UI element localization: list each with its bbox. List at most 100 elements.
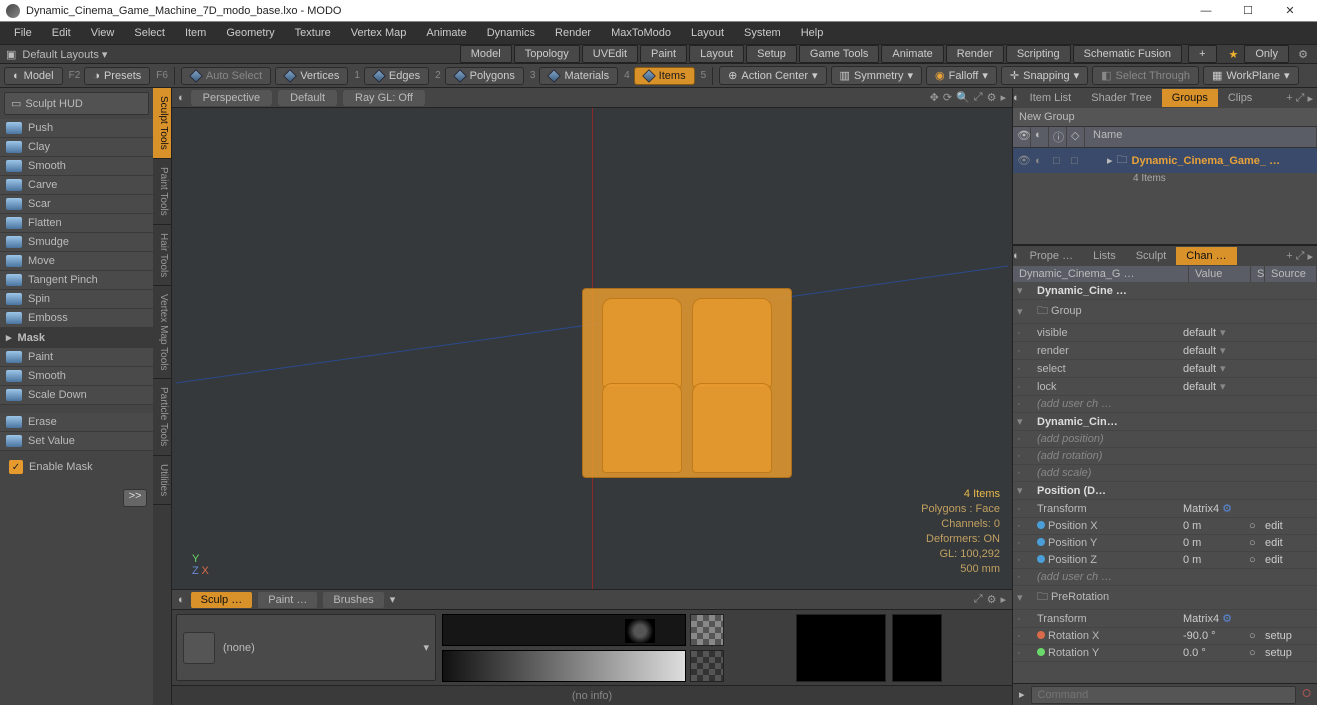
tab-brushes[interactable]: Brushes bbox=[323, 592, 383, 608]
channel-row[interactable]: ·Position X0 m○edit bbox=[1013, 518, 1317, 535]
menu-help[interactable]: Help bbox=[791, 22, 834, 44]
expand-icon[interactable]: ⤢ bbox=[1296, 92, 1305, 105]
menu-view[interactable]: View bbox=[81, 22, 125, 44]
tool-tangent-pinch[interactable]: Tangent Pinch bbox=[0, 271, 153, 290]
menu-maxtomodo[interactable]: MaxToModo bbox=[601, 22, 681, 44]
add-icon[interactable]: + bbox=[1286, 250, 1292, 263]
tool-emboss[interactable]: Emboss bbox=[0, 309, 153, 328]
select-through-toggle[interactable]: ◧Select Through bbox=[1092, 66, 1199, 85]
channel-row[interactable]: ▾🗀 Group bbox=[1013, 300, 1317, 324]
channel-row[interactable]: ·selectdefault▾ bbox=[1013, 360, 1317, 378]
panel-menu-icon[interactable]: ◐ bbox=[178, 594, 185, 606]
viewport-raygl-toggle[interactable]: Ray GL: Off bbox=[343, 90, 425, 106]
chevron-right-icon[interactable]: ▸ bbox=[1307, 92, 1313, 105]
channel-row[interactable]: ·Position Z0 m○edit bbox=[1013, 552, 1317, 569]
tab-sculpt[interactable]: Sculp … bbox=[191, 592, 253, 608]
menu-edit[interactable]: Edit bbox=[42, 22, 81, 44]
symmetry-button[interactable]: ▥Symmetry▾ bbox=[831, 66, 922, 85]
tool-scar[interactable]: Scar bbox=[0, 195, 153, 214]
tab-lists[interactable]: Lists bbox=[1083, 247, 1126, 265]
gear-icon[interactable]: ⚙ bbox=[987, 91, 997, 104]
layout-tab-model[interactable]: Model bbox=[460, 45, 512, 63]
tool-set-value[interactable]: Set Value bbox=[0, 432, 153, 451]
channel-row[interactable]: ▾🗀 PreRotation bbox=[1013, 586, 1317, 610]
chevron-right-icon[interactable]: ▸ bbox=[1000, 91, 1006, 104]
side-tab-utilities[interactable]: Utilities bbox=[153, 456, 171, 505]
layout-tab-animate[interactable]: Animate bbox=[881, 45, 943, 63]
3d-viewport[interactable]: Y Z X 4 Items Polygons : Face Channels: … bbox=[172, 108, 1012, 589]
gear-icon[interactable]: ⚙ bbox=[1295, 48, 1311, 61]
tool-paint[interactable]: Paint bbox=[0, 348, 153, 367]
tab-paint[interactable]: Paint … bbox=[258, 592, 317, 608]
channel-row[interactable]: ·(add scale) bbox=[1013, 465, 1317, 482]
tab-sculpt-props[interactable]: Sculpt bbox=[1126, 247, 1177, 265]
channel-row[interactable]: ·TransformMatrix4 ⚙ bbox=[1013, 500, 1317, 518]
tab-item-list[interactable]: Item List bbox=[1020, 89, 1082, 107]
polygons-mode-button[interactable]: Polygons bbox=[445, 67, 524, 85]
side-tab-paint-tools[interactable]: Paint Tools bbox=[153, 159, 171, 225]
menu-texture[interactable]: Texture bbox=[285, 22, 341, 44]
channel-row[interactable]: ·Rotation Y0.0 °○setup bbox=[1013, 645, 1317, 662]
action-center-button[interactable]: ⊕Action Center▾ bbox=[719, 66, 826, 85]
expand-icon[interactable]: ⤢ bbox=[974, 593, 983, 606]
menu-animate[interactable]: Animate bbox=[416, 22, 476, 44]
record-icon[interactable]: ⭘ bbox=[1302, 688, 1311, 701]
viewport-menu-icon[interactable]: ◐ bbox=[178, 92, 185, 104]
pan-icon[interactable]: ✥ bbox=[930, 91, 939, 104]
tool-clay[interactable]: Clay bbox=[0, 138, 153, 157]
layout-tab-setup[interactable]: Setup bbox=[746, 45, 797, 63]
expand-icon[interactable]: ⤢ bbox=[1296, 250, 1305, 263]
brush-profile-preview[interactable] bbox=[442, 614, 686, 646]
menu-layout[interactable]: Layout bbox=[681, 22, 734, 44]
tool-spin[interactable]: Spin bbox=[0, 290, 153, 309]
sculpt-hud-button[interactable]: ▭Sculpt HUD bbox=[4, 92, 149, 115]
more-tools-button[interactable]: >> bbox=[123, 489, 147, 507]
tool-move[interactable]: Move bbox=[0, 252, 153, 271]
layout-tab-paint[interactable]: Paint bbox=[640, 45, 687, 63]
snapping-button[interactable]: ✛Snapping▾ bbox=[1001, 66, 1088, 85]
items-mode-button[interactable]: Items bbox=[634, 67, 695, 85]
channel-row[interactable]: ·(add user ch … bbox=[1013, 569, 1317, 586]
tool-erase[interactable]: Erase bbox=[0, 413, 153, 432]
maximize-button[interactable]: ☐ bbox=[1227, 0, 1269, 22]
menu-geometry[interactable]: Geometry bbox=[216, 22, 284, 44]
channel-row[interactable]: ·visibledefault▾ bbox=[1013, 324, 1317, 342]
group-row[interactable]: 👁 ◐□□ ▸ 🗀 Dynamic_Cinema_Game_ … bbox=[1013, 148, 1317, 173]
layout-tab-uvedit[interactable]: UVEdit bbox=[582, 45, 638, 63]
side-tab-particle-tools[interactable]: Particle Tools bbox=[153, 379, 171, 455]
channel-row[interactable]: ·Position Y0 m○edit bbox=[1013, 535, 1317, 552]
tool-smooth[interactable]: Smooth bbox=[0, 157, 153, 176]
layout-tab-topology[interactable]: Topology bbox=[514, 45, 580, 63]
tool-smudge[interactable]: Smudge bbox=[0, 233, 153, 252]
layout-tab-game-tools[interactable]: Game Tools bbox=[799, 45, 880, 63]
add-icon[interactable]: + bbox=[1286, 92, 1292, 105]
side-tab-hair-tools[interactable]: Hair Tools bbox=[153, 225, 171, 286]
viewport-shading-dropdown[interactable]: Default bbox=[278, 90, 337, 106]
menu-file[interactable]: File bbox=[4, 22, 42, 44]
chevron-right-icon[interactable]: ▸ bbox=[1000, 593, 1006, 606]
layout-tab-scripting[interactable]: Scripting bbox=[1006, 45, 1071, 63]
chevron-down-icon[interactable]: ▾ bbox=[390, 593, 396, 606]
new-group-button[interactable]: New Group bbox=[1013, 108, 1317, 127]
channel-row[interactable]: ·lockdefault▾ bbox=[1013, 378, 1317, 396]
tab-groups[interactable]: Groups bbox=[1162, 89, 1218, 107]
channel-row[interactable]: ▾Dynamic_Cine … bbox=[1013, 282, 1317, 300]
auto-select-toggle[interactable]: Auto Select bbox=[181, 67, 271, 85]
tab-shader-tree[interactable]: Shader Tree bbox=[1081, 89, 1162, 107]
channel-row[interactable]: ·renderdefault▾ bbox=[1013, 342, 1317, 360]
zoom-icon[interactable]: 🔍 bbox=[956, 91, 970, 104]
presets-button[interactable]: ◑Presets bbox=[84, 67, 150, 85]
channel-row[interactable]: ·(add position) bbox=[1013, 431, 1317, 448]
tab-channels[interactable]: Chan … bbox=[1176, 247, 1236, 265]
chevron-right-icon[interactable]: ▸ bbox=[1307, 250, 1313, 263]
menu-select[interactable]: Select bbox=[124, 22, 175, 44]
gear-icon[interactable]: ⚙ bbox=[987, 593, 997, 606]
model-mode-button[interactable]: ◐Model bbox=[4, 67, 63, 85]
side-tab-vertex-map-tools[interactable]: Vertex Map Tools bbox=[153, 286, 171, 380]
tool-scale-down[interactable]: Scale Down bbox=[0, 386, 153, 405]
side-tab-sculpt-tools[interactable]: Sculpt Tools bbox=[153, 88, 171, 159]
falloff-button[interactable]: ◉Falloff▾ bbox=[926, 66, 997, 85]
menu-dynamics[interactable]: Dynamics bbox=[477, 22, 545, 44]
workplane-button[interactable]: ▦WorkPlane▾ bbox=[1203, 66, 1299, 85]
visibility-column-icon[interactable]: 👁 bbox=[1013, 127, 1031, 147]
